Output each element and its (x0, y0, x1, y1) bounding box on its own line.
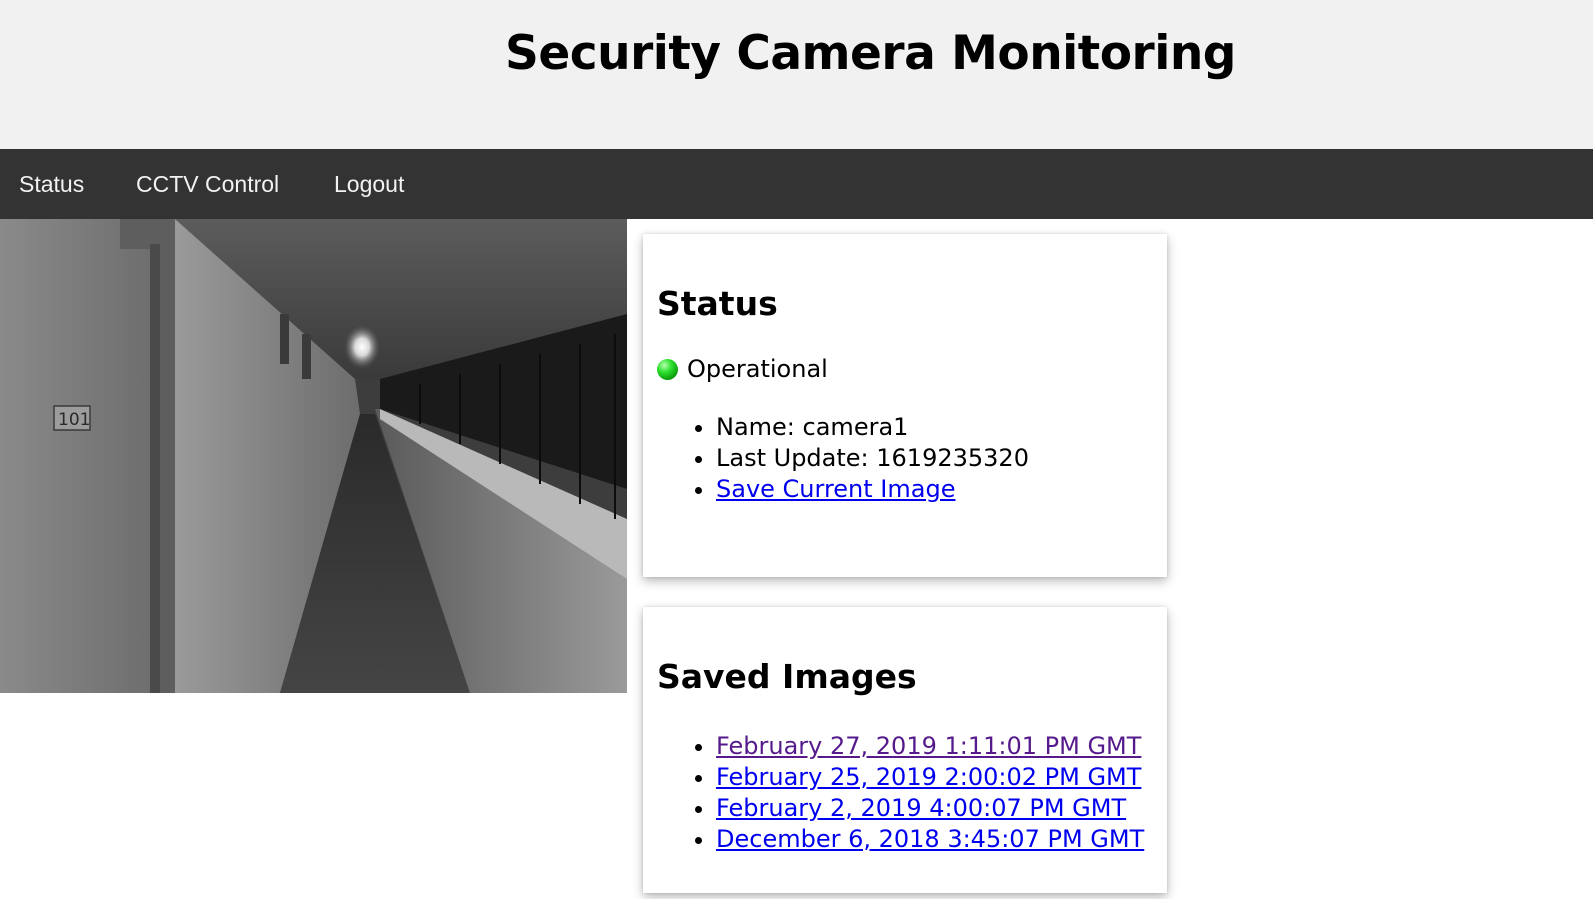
last-update-label: Last Update: (716, 444, 877, 472)
saved-image-link[interactable]: February 25, 2019 2:00:02 PM GMT (716, 763, 1141, 791)
status-card: Status Operational Name: camera1 Last Up… (643, 234, 1167, 577)
last-update-item: Last Update: 1619235320 (716, 443, 1029, 474)
camera-feed-image: 101 (0, 219, 627, 693)
saved-images-card: Saved Images February 27, 2019 1:11:01 P… (643, 607, 1167, 893)
saved-images-heading: Saved Images (657, 657, 917, 696)
camera-name-item: Name: camera1 (716, 412, 1029, 443)
nav-logout[interactable]: Logout (334, 149, 404, 219)
last-update-value: 1619235320 (876, 444, 1029, 472)
saved-image-link[interactable]: February 27, 2019 1:11:01 PM GMT (716, 732, 1141, 760)
status-details-list: Name: camera1 Last Update: 1619235320 Sa… (643, 412, 1029, 505)
saved-image-link[interactable]: December 6, 2018 3:45:07 PM GMT (716, 825, 1144, 853)
page-title: Security Camera Monitoring (505, 26, 1236, 81)
nav-status[interactable]: Status (19, 149, 84, 219)
page-header: Security Camera Monitoring (0, 0, 1593, 149)
save-current-image-link[interactable]: Save Current Image (716, 475, 955, 503)
status-indicator: Operational (657, 354, 828, 384)
saved-image-item: February 2, 2019 4:00:07 PM GMT (716, 793, 1144, 824)
nav-cctv-control[interactable]: CCTV Control (136, 149, 279, 219)
saved-image-link[interactable]: February 2, 2019 4:00:07 PM GMT (716, 794, 1126, 822)
save-image-item: Save Current Image (716, 474, 1029, 505)
status-heading: Status (657, 284, 778, 323)
top-navbar: Status CCTV Control Logout (0, 149, 1593, 219)
status-dot-icon (657, 358, 678, 380)
saved-image-item: December 6, 2018 3:45:07 PM GMT (716, 824, 1144, 855)
door-number-sign: 101 (58, 410, 90, 430)
saved-image-item: February 27, 2019 1:11:01 PM GMT (716, 731, 1144, 762)
status-text: Operational (687, 355, 828, 383)
saved-image-item: February 25, 2019 2:00:02 PM GMT (716, 762, 1144, 793)
camera-name-label: Name: (716, 413, 803, 441)
saved-images-list: February 27, 2019 1:11:01 PM GMT Februar… (643, 731, 1144, 855)
camera-name-value: camera1 (802, 413, 909, 441)
camera-feed-svg: 101 (0, 219, 627, 693)
